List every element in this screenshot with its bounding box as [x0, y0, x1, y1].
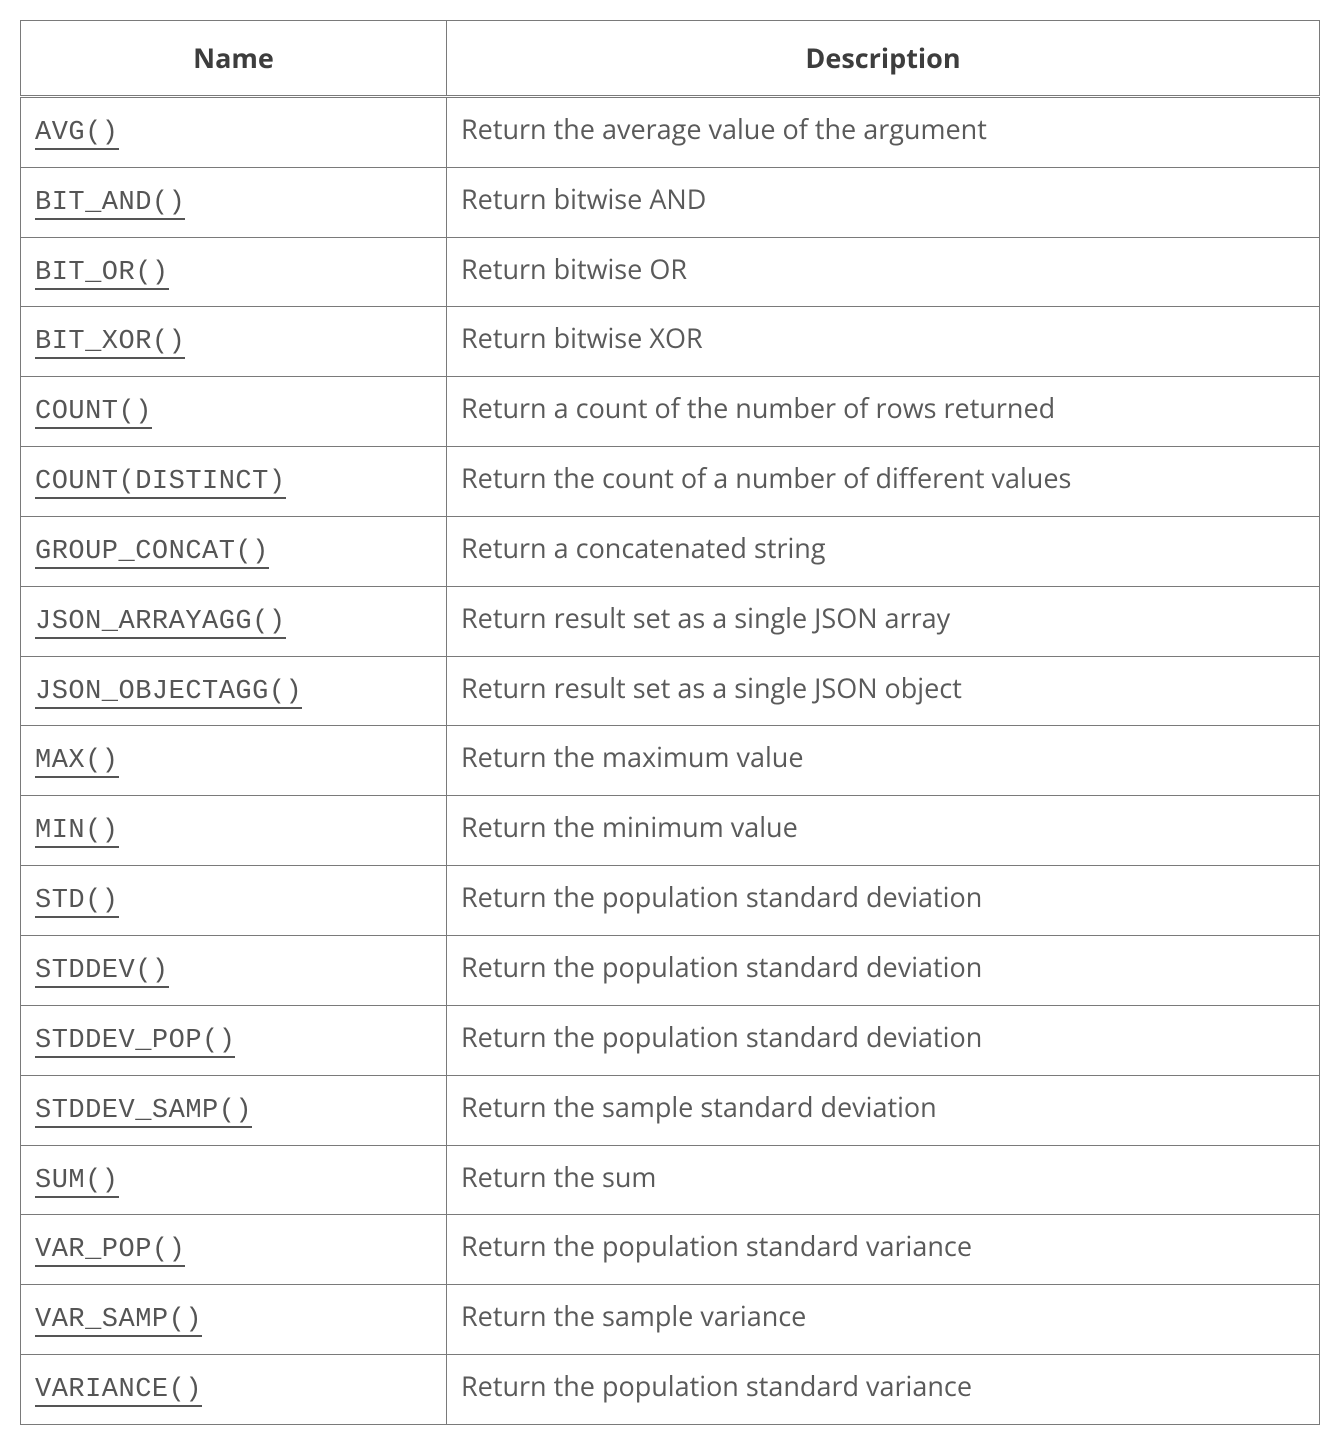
function-link[interactable]: VAR_POP() [35, 1235, 185, 1267]
function-name-cell: STDDEV_SAMP() [21, 1075, 447, 1145]
header-description: Description [447, 21, 1320, 97]
table-row: BIT_XOR() Return bitwise XOR [21, 307, 1320, 377]
function-name-cell: VAR_SAMP() [21, 1285, 447, 1355]
function-name-cell: COUNT(DISTINCT) [21, 447, 447, 517]
function-name-cell: GROUP_CONCAT() [21, 516, 447, 586]
function-name-cell: BIT_AND() [21, 167, 447, 237]
function-description-cell: Return the population standard deviation [447, 935, 1320, 1005]
function-link[interactable]: STDDEV_SAMP() [35, 1096, 252, 1128]
function-link[interactable]: COUNT(DISTINCT) [35, 467, 286, 499]
table-row: COUNT(DISTINCT) Return the count of a num… [21, 447, 1320, 517]
function-link[interactable]: STDDEV_POP() [35, 1026, 235, 1058]
function-description-cell: Return the minimum value [447, 796, 1320, 866]
function-name-cell: SUM() [21, 1145, 447, 1215]
function-link[interactable]: AVG() [35, 118, 119, 150]
function-name-cell: STD() [21, 866, 447, 936]
function-description-cell: Return result set as a single JSON array [447, 586, 1320, 656]
table-row: AVG() Return the average value of the arg… [21, 96, 1320, 167]
function-name-cell: MAX() [21, 726, 447, 796]
function-link[interactable]: JSON_OBJECTAGG() [35, 677, 302, 709]
function-description-cell: Return bitwise AND [447, 167, 1320, 237]
table-row: STDDEV_POP() Return the population standa… [21, 1005, 1320, 1075]
function-link[interactable]: GROUP_CONCAT() [35, 537, 269, 569]
aggregate-functions-table: Name Description AVG() Return the average… [20, 20, 1320, 1425]
function-link[interactable]: MAX() [35, 746, 119, 778]
function-name-cell: BIT_XOR() [21, 307, 447, 377]
table-row: JSON_OBJECTAGG() Return result set as a s… [21, 656, 1320, 726]
function-description-cell: Return the maximum value [447, 726, 1320, 796]
table-row: JSON_ARRAYAGG() Return result set as a si… [21, 586, 1320, 656]
function-description-cell: Return the population standard variance [447, 1355, 1320, 1425]
function-link[interactable]: VAR_SAMP() [35, 1305, 202, 1337]
function-link[interactable]: BIT_XOR() [35, 327, 185, 359]
function-link[interactable]: BIT_AND() [35, 188, 185, 220]
function-description-cell: Return bitwise OR [447, 237, 1320, 307]
function-link[interactable]: STDDEV() [35, 956, 169, 988]
function-name-cell: COUNT() [21, 377, 447, 447]
function-description-cell: Return the average value of the argument [447, 96, 1320, 167]
function-name-cell: BIT_OR() [21, 237, 447, 307]
table-row: GROUP_CONCAT() Return a concatenated stri… [21, 516, 1320, 586]
function-link[interactable]: STD() [35, 886, 119, 918]
table-row: STDDEV() Return the population standard d… [21, 935, 1320, 1005]
function-description-cell: Return result set as a single JSON objec… [447, 656, 1320, 726]
function-link[interactable]: COUNT() [35, 397, 152, 429]
table-row: COUNT() Return a count of the number of r… [21, 377, 1320, 447]
function-link[interactable]: BIT_OR() [35, 258, 169, 290]
function-description-cell: Return bitwise XOR [447, 307, 1320, 377]
function-description-cell: Return the sample standard deviation [447, 1075, 1320, 1145]
function-name-cell: JSON_ARRAYAGG() [21, 586, 447, 656]
function-link[interactable]: JSON_ARRAYAGG() [35, 607, 286, 639]
table-row: VARIANCE() Return the population standard… [21, 1355, 1320, 1425]
table-row: VAR_SAMP() Return the sample variance [21, 1285, 1320, 1355]
function-link[interactable]: SUM() [35, 1166, 119, 1198]
table-row: BIT_OR() Return bitwise OR [21, 237, 1320, 307]
function-name-cell: VAR_POP() [21, 1215, 447, 1285]
function-description-cell: Return the count of a number of differen… [447, 447, 1320, 517]
table-row: BIT_AND() Return bitwise AND [21, 167, 1320, 237]
function-name-cell: JSON_OBJECTAGG() [21, 656, 447, 726]
function-description-cell: Return the population standard deviation [447, 1005, 1320, 1075]
function-name-cell: STDDEV_POP() [21, 1005, 447, 1075]
function-name-cell: MIN() [21, 796, 447, 866]
table-row: VAR_POP() Return the population standard … [21, 1215, 1320, 1285]
function-link[interactable]: MIN() [35, 816, 119, 848]
table-row: SUM() Return the sum [21, 1145, 1320, 1215]
header-name: Name [21, 21, 447, 97]
function-description-cell: Return the sample variance [447, 1285, 1320, 1355]
table-row: STDDEV_SAMP() Return the sample standard … [21, 1075, 1320, 1145]
table-row: MIN() Return the minimum value [21, 796, 1320, 866]
function-description-cell: Return the sum [447, 1145, 1320, 1215]
table-row: STD() Return the population standard devi… [21, 866, 1320, 936]
function-description-cell: Return the population standard deviation [447, 866, 1320, 936]
function-description-cell: Return the population standard variance [447, 1215, 1320, 1285]
function-description-cell: Return a concatenated string [447, 516, 1320, 586]
function-name-cell: AVG() [21, 96, 447, 167]
function-name-cell: VARIANCE() [21, 1355, 447, 1425]
function-link[interactable]: VARIANCE() [35, 1375, 202, 1407]
table-header-row: Name Description [21, 21, 1320, 97]
function-description-cell: Return a count of the number of rows ret… [447, 377, 1320, 447]
function-name-cell: STDDEV() [21, 935, 447, 1005]
table-row: MAX() Return the maximum value [21, 726, 1320, 796]
